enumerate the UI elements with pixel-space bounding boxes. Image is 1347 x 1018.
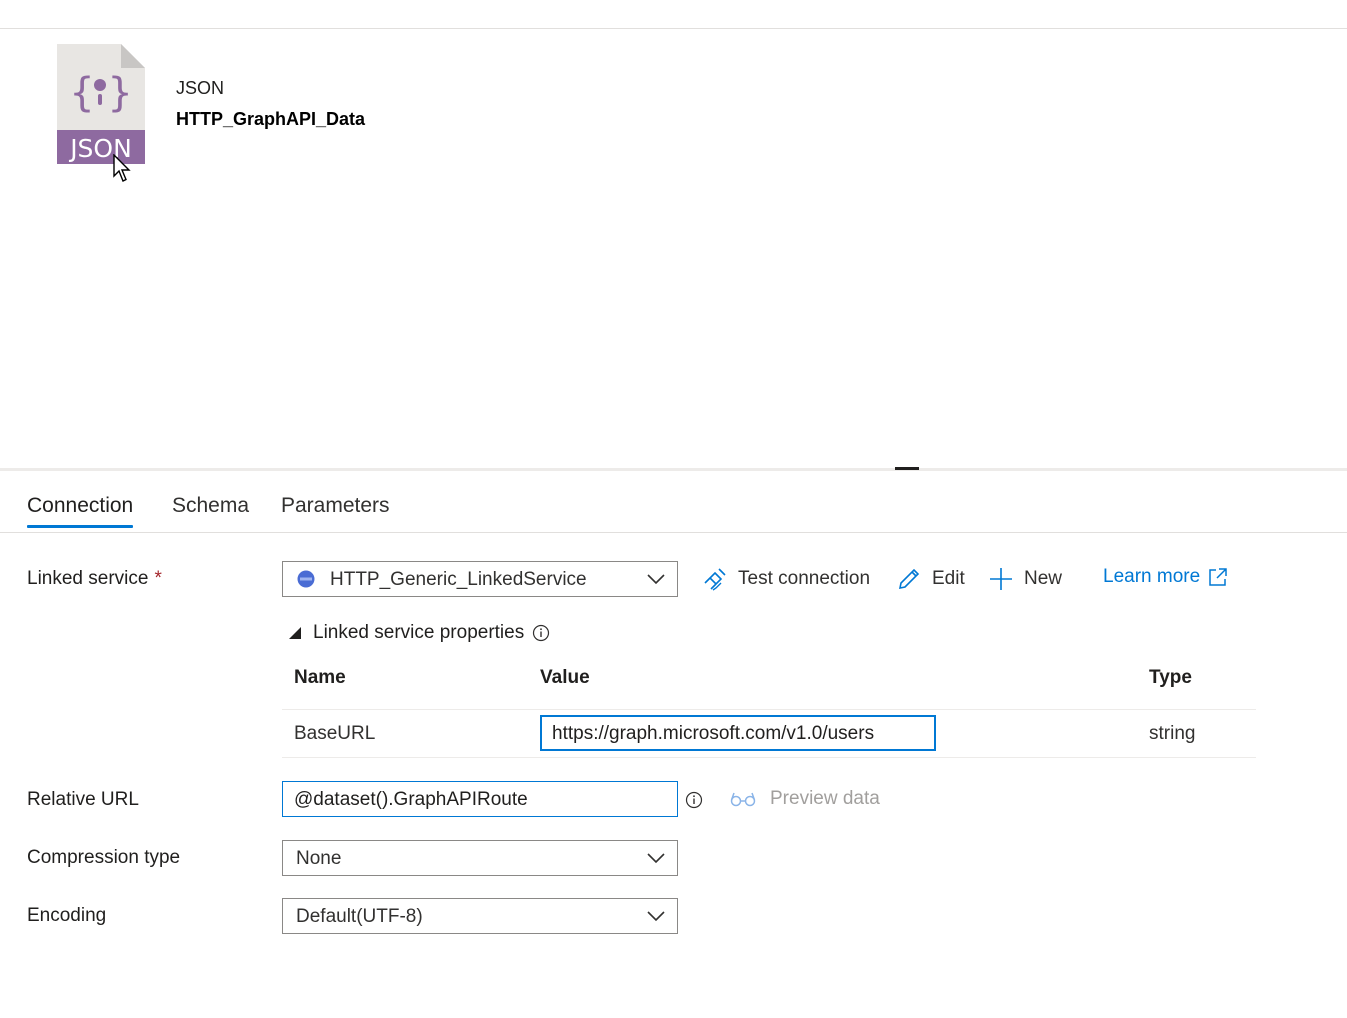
tab-schema[interactable]: Schema <box>172 494 249 528</box>
preview-data-button[interactable]: Preview data <box>730 788 880 810</box>
table-divider <box>282 709 1256 710</box>
property-name: BaseURL <box>294 723 376 744</box>
external-link-icon <box>1209 568 1227 586</box>
chevron-down-icon <box>647 853 665 864</box>
learn-more-link[interactable]: Learn more <box>1103 566 1238 588</box>
glasses-icon <box>730 792 756 807</box>
test-connection-label: Test connection <box>738 568 871 589</box>
preview-data-label: Preview data <box>770 788 880 809</box>
collapse-triangle-icon <box>289 627 301 639</box>
info-icon[interactable] <box>685 791 703 809</box>
plus-icon <box>990 568 1012 590</box>
svg-text:{ }: { } <box>69 70 133 116</box>
pane-splitter[interactable] <box>0 468 1347 471</box>
tab-parameters[interactable]: Parameters <box>281 494 390 528</box>
compression-type-dropdown[interactable]: None <box>282 840 678 876</box>
learn-more-label: Learn more <box>1103 566 1201 587</box>
linked-service-label: Linked service * <box>27 568 162 590</box>
encoding-value: Default(UTF-8) <box>296 906 423 927</box>
splitter-handle[interactable] <box>895 467 919 470</box>
new-button[interactable]: New <box>988 566 1062 592</box>
encoding-label: Encoding <box>27 905 107 926</box>
http-globe-icon <box>297 570 315 594</box>
test-connection-button[interactable]: Test connection <box>702 566 870 592</box>
baseurl-value-input[interactable]: https://graph.microsoft.com/v1.0/users <box>540 715 936 751</box>
column-header-type: Type <box>1149 667 1192 688</box>
tab-bar: Connection Schema Parameters <box>0 482 1347 533</box>
chevron-down-icon <box>647 911 665 922</box>
linked-service-label-text: Linked service <box>27 568 149 589</box>
mouse-pointer-icon <box>112 153 132 184</box>
edit-label: Edit <box>932 568 965 589</box>
new-label: New <box>1024 568 1063 589</box>
relative-url-label: Relative URL <box>27 789 139 810</box>
relative-url-input[interactable]: @dataset().GraphAPIRoute <box>282 781 678 817</box>
chevron-down-icon <box>647 574 665 585</box>
dataset-name: HTTP_GraphAPI_Data <box>176 109 366 129</box>
relative-url-value: @dataset().GraphAPIRoute <box>294 789 528 810</box>
top-divider <box>0 28 1347 29</box>
linked-service-value: HTTP_Generic_LinkedService <box>330 569 587 590</box>
dataset-type: JSON <box>176 78 225 98</box>
tab-connection[interactable]: Connection <box>27 494 134 528</box>
linked-service-properties-label: Linked service properties <box>313 622 525 643</box>
plug-check-icon <box>704 568 726 591</box>
json-file-icon: { } JSON <box>57 44 145 164</box>
required-mark: * <box>154 568 162 589</box>
compression-type-value: None <box>296 848 342 869</box>
property-type: string <box>1149 723 1196 744</box>
edit-button[interactable]: Edit <box>896 566 965 592</box>
baseurl-value-text: https://graph.microsoft.com/v1.0/users <box>552 723 875 744</box>
linked-service-properties-toggle[interactable]: Linked service properties <box>289 622 550 644</box>
column-header-value: Value <box>540 667 590 688</box>
encoding-dropdown[interactable]: Default(UTF-8) <box>282 898 678 934</box>
linked-service-dropdown[interactable]: HTTP_Generic_LinkedService <box>282 561 678 597</box>
pencil-icon <box>898 568 920 590</box>
column-header-name: Name <box>294 667 346 688</box>
info-icon <box>533 624 550 642</box>
table-row-divider <box>282 757 1256 758</box>
compression-type-label: Compression type <box>27 847 181 868</box>
